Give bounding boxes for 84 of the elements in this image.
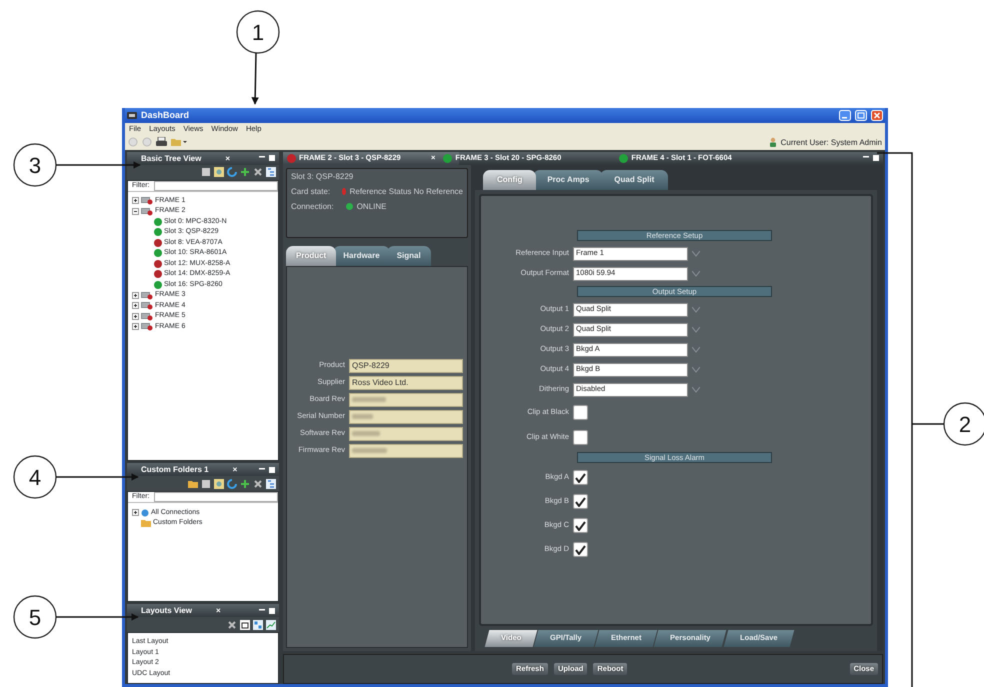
user-icon (768, 137, 777, 148)
expand-icon[interactable] (132, 312, 139, 320)
checkbox[interactable] (573, 494, 588, 510)
status-value: Reference Status No Reference (350, 186, 463, 196)
window-icon[interactable] (240, 620, 250, 630)
text-field[interactable]: QSP-8229 (349, 358, 463, 373)
tab[interactable]: Signal (386, 246, 431, 266)
close-icon[interactable] (871, 110, 883, 121)
text-field[interactable] (349, 444, 463, 458)
frame-icon (141, 312, 153, 321)
text-field[interactable] (349, 426, 463, 441)
checkbox[interactable] (573, 404, 588, 420)
grid-icon[interactable] (253, 620, 263, 630)
expand-icon[interactable] (132, 302, 139, 310)
filter-field[interactable] (154, 180, 278, 191)
callout-number: 5 (13, 595, 57, 639)
refresh-icon[interactable] (227, 478, 237, 489)
expand-icon[interactable] (132, 197, 139, 204)
tab[interactable]: Hardware (333, 246, 390, 266)
locate-icon[interactable] (214, 167, 224, 178)
check-icon (575, 472, 586, 483)
callout-number: 1 (236, 10, 280, 54)
delete-icon[interactable] (227, 620, 237, 630)
delete-icon[interactable] (253, 478, 263, 489)
window-title: DashBoard (141, 110, 190, 121)
add-icon[interactable] (240, 478, 250, 489)
frame-icon (141, 301, 153, 310)
callout-number: 4 (13, 455, 57, 499)
text-field[interactable] (349, 392, 463, 407)
close-tab-button[interactable]: × (225, 154, 230, 163)
checkbox[interactable] (573, 430, 588, 445)
maximize-icon[interactable] (873, 155, 879, 162)
printer-icon[interactable] (156, 137, 167, 148)
frame-icon (141, 322, 153, 332)
panel-title: Custom Folders 1 (141, 465, 209, 475)
slot-label: Slot 3: QSP-8229 (291, 172, 354, 181)
frame-icon (141, 196, 153, 206)
save-icon[interactable] (201, 478, 211, 489)
expand-icon[interactable] (132, 323, 139, 330)
maximize-icon[interactable] (269, 466, 275, 473)
maximize-icon[interactable] (269, 608, 275, 614)
close-tab-button[interactable]: × (216, 606, 221, 616)
save-icon[interactable] (201, 167, 211, 178)
expand-icon[interactable] (132, 292, 139, 299)
delete-icon[interactable] (253, 167, 263, 178)
frame-icon (141, 290, 153, 300)
collapse-icon[interactable] (132, 208, 139, 215)
text-field[interactable] (349, 410, 463, 424)
add-icon[interactable] (240, 167, 250, 178)
tree-icon[interactable] (266, 167, 276, 178)
checkbox[interactable] (573, 470, 588, 486)
callout-number: 2 (943, 402, 984, 446)
callout-arrow (251, 52, 259, 105)
checkbox[interactable] (573, 518, 588, 534)
filter-field[interactable] (154, 492, 278, 502)
chart-icon[interactable] (266, 620, 276, 630)
check-icon (575, 520, 586, 531)
panel-title: Basic Tree View (141, 154, 202, 163)
status-label: Connection: (291, 202, 334, 212)
panel-title: Layouts View (141, 606, 192, 616)
locate-icon[interactable] (214, 478, 224, 489)
tab[interactable]: Proc Amps (533, 170, 604, 190)
callout-number: 3 (13, 143, 57, 187)
check-icon (575, 496, 586, 507)
tab[interactable]: Quad Split (600, 170, 668, 190)
frame-icon (141, 206, 153, 216)
status-label: Card state: (291, 186, 330, 196)
refresh-icon[interactable] (227, 167, 237, 178)
current-user-label: Current User: System Admin (780, 138, 882, 147)
minimize-icon[interactable] (839, 110, 851, 121)
checkbox[interactable] (573, 542, 588, 558)
folder-icon[interactable] (188, 478, 198, 489)
folder-icon (141, 519, 151, 528)
expand-icon[interactable] (132, 509, 139, 516)
status-value: ONLINE (356, 202, 386, 212)
text-field[interactable]: Ross Video Ltd. (349, 376, 463, 390)
app-icon (127, 110, 137, 120)
globe-icon (141, 508, 149, 517)
maximize-icon[interactable] (855, 110, 867, 121)
check-icon (575, 544, 586, 555)
tree-icon[interactable] (266, 478, 276, 489)
maximize-icon[interactable] (269, 155, 275, 162)
minimize-icon[interactable] (259, 608, 265, 614)
close-tab-button[interactable]: × (232, 465, 238, 475)
